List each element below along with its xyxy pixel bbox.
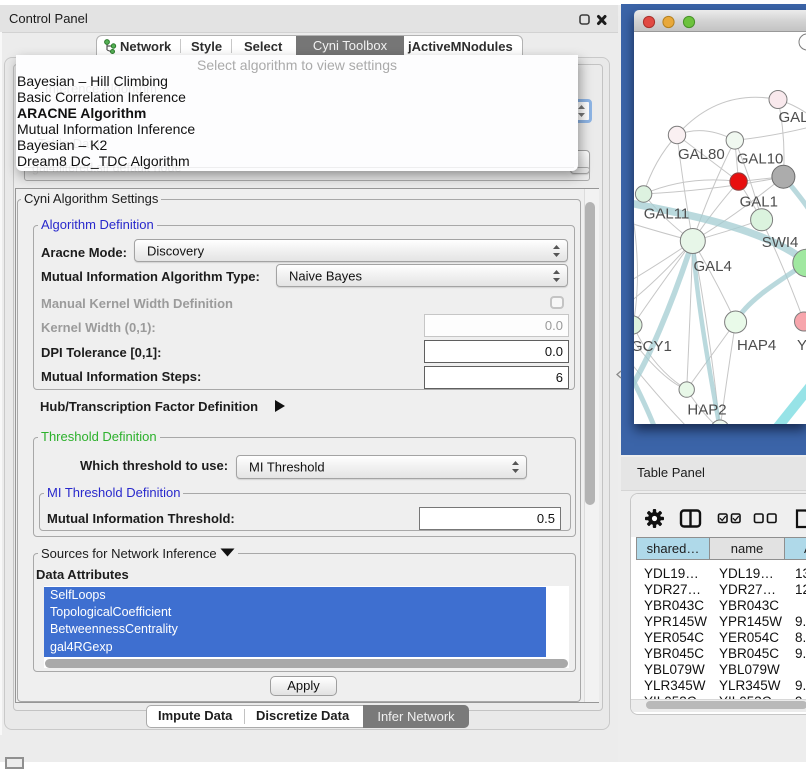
svg-text:GAL4: GAL4 xyxy=(694,258,732,275)
svg-text:GCY1: GCY1 xyxy=(634,338,672,355)
svg-text:GAL80: GAL80 xyxy=(678,146,725,163)
svg-text:GAL11: GAL11 xyxy=(644,206,690,223)
svg-text:GAL: GAL xyxy=(779,109,806,126)
svg-text:SWI4: SWI4 xyxy=(762,234,799,251)
svg-text:HAP2: HAP2 xyxy=(687,402,726,419)
svg-text:GAL1: GAL1 xyxy=(740,194,778,211)
svg-text:Y: Y xyxy=(797,337,806,354)
svg-text:GAL10: GAL10 xyxy=(737,151,784,168)
svg-text:HAP4: HAP4 xyxy=(737,337,776,354)
